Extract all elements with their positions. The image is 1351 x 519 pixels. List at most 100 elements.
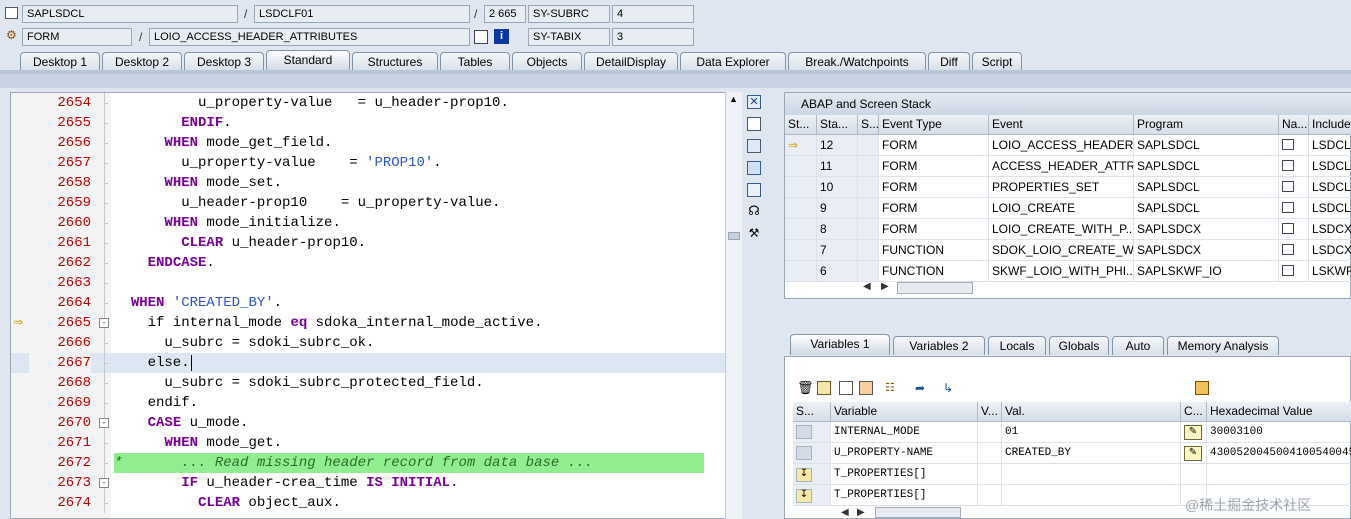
- code-line[interactable]: 2658 WHEN mode_set.: [11, 173, 741, 193]
- stack-cell[interactable]: [785, 156, 817, 177]
- sysval-field-1[interactable]: 4: [612, 5, 694, 23]
- grid-icon[interactable]: [474, 30, 488, 44]
- row-select-icon[interactable]: [796, 425, 812, 439]
- stack-cell[interactable]: LOIO_CREATE_WITH_P...: [989, 219, 1134, 240]
- source-icon[interactable]: [1282, 181, 1294, 192]
- var-col-header[interactable]: V...: [978, 402, 1002, 422]
- tools-icon[interactable]: ⚒: [747, 226, 761, 240]
- stack-cell[interactable]: FORM: [879, 135, 989, 156]
- vars-hscroll[interactable]: ◀ ▶: [835, 507, 965, 519]
- stack-col-header[interactable]: S...: [858, 115, 879, 135]
- stack-cell[interactable]: [785, 198, 817, 219]
- stack-cell[interactable]: ACCESS_HEADER_ATTRI...: [989, 156, 1134, 177]
- delete-icon[interactable]: 🗑: [797, 381, 814, 395]
- goto-icon[interactable]: ↳: [943, 381, 957, 395]
- var-cell[interactable]: CREATED_BY: [1002, 443, 1181, 464]
- var-cell[interactable]: T_PROPERTIES[]: [831, 464, 978, 485]
- stack-cell[interactable]: LSKWF_: [1309, 261, 1351, 282]
- stack-cell[interactable]: [858, 261, 879, 282]
- stack-cell[interactable]: FORM: [879, 156, 989, 177]
- tab-diff[interactable]: Diff: [928, 52, 970, 71]
- sysvar-field-2[interactable]: SY-TABIX: [528, 28, 610, 46]
- stack-cell[interactable]: SAPLSDCX: [1134, 240, 1279, 261]
- code-line[interactable]: 2662 ENDCASE.: [11, 253, 741, 273]
- scroll-left-icon[interactable]: ◀: [863, 281, 871, 292]
- code-editor[interactable]: 2654 u_property-value = u_header-prop10.…: [10, 92, 742, 519]
- code-line[interactable]: 2659 u_header-prop10 = u_property-value.: [11, 193, 741, 213]
- code-line[interactable]: 2661 CLEAR u_header-prop10.: [11, 233, 741, 253]
- stack-cell[interactable]: 9: [817, 198, 858, 219]
- stack-cell[interactable]: LSDCLU: [1309, 198, 1351, 219]
- stack-cell[interactable]: SAPLSDCL: [1134, 198, 1279, 219]
- stack-cell[interactable]: LSDCLF: [1309, 156, 1351, 177]
- stack-cell[interactable]: SAPLSDCX: [1134, 219, 1279, 240]
- edit-pencil-icon[interactable]: ✎: [1184, 446, 1202, 461]
- stack-cell[interactable]: SAPLSDCL: [1134, 135, 1279, 156]
- stack-cell[interactable]: 6: [817, 261, 858, 282]
- var-cell[interactable]: [1002, 464, 1181, 485]
- var-cell[interactable]: INTERNAL_MODE: [831, 422, 978, 443]
- source-icon[interactable]: [1282, 265, 1294, 276]
- stack-col-header[interactable]: Event: [989, 115, 1134, 135]
- line-number-field[interactable]: 2 665: [484, 5, 526, 23]
- stack-cell[interactable]: SKWF_LOIO_WITH_PHI...: [989, 261, 1134, 282]
- stack-cell[interactable]: 11: [817, 156, 858, 177]
- code-line[interactable]: 2668 u_subrc = sdoki_subrc_protected_fie…: [11, 373, 741, 393]
- var-cell[interactable]: [1181, 464, 1207, 485]
- fold-toggle-icon[interactable]: -: [99, 478, 109, 488]
- stack-cell[interactable]: [785, 240, 817, 261]
- stack-cell[interactable]: SAPLSDCL: [1134, 156, 1279, 177]
- stack-cell[interactable]: [1279, 240, 1309, 261]
- stack-cell[interactable]: 10: [817, 177, 858, 198]
- stack-cell[interactable]: LOIO_CREATE: [989, 198, 1134, 219]
- code-line[interactable]: 2670- CASE u_mode.: [11, 413, 741, 433]
- stack-hscroll[interactable]: ◀ ▶: [857, 281, 977, 295]
- var-tab-variables-1[interactable]: Variables 1: [790, 334, 890, 355]
- stack-cell[interactable]: FUNCTION: [879, 261, 989, 282]
- stack-cell[interactable]: [858, 198, 879, 219]
- sysvar-field-1[interactable]: SY-SUBRC: [528, 5, 610, 23]
- code-line[interactable]: 2669 endif.: [11, 393, 741, 413]
- save-icon[interactable]: [1195, 381, 1209, 395]
- var-col-header[interactable]: Hexadecimal Value: [1207, 402, 1351, 422]
- stack-cell[interactable]: [785, 219, 817, 240]
- fold-toggle-icon[interactable]: -: [99, 318, 109, 328]
- stack-cell[interactable]: LSDCLF: [1309, 135, 1351, 156]
- event-type-field[interactable]: FORM: [22, 28, 132, 46]
- stack-cell[interactable]: [1279, 156, 1309, 177]
- var-cell[interactable]: 4300520045004100540045: [1207, 443, 1351, 464]
- stack-cell[interactable]: LSDCXU: [1309, 219, 1351, 240]
- stack-scroll-thumb[interactable]: [897, 282, 973, 294]
- var-col-header[interactable]: Val.: [1002, 402, 1181, 422]
- code-line[interactable]: 2671 WHEN mode_get.: [11, 433, 741, 453]
- swap-icon[interactable]: [747, 139, 761, 153]
- code-line[interactable]: 2663: [11, 273, 741, 293]
- var-col-header[interactable]: Variable: [831, 402, 978, 422]
- code-line[interactable]: 2655 ENDIF.: [11, 113, 741, 133]
- var-cell[interactable]: ↧: [793, 485, 831, 506]
- navigate-icon[interactable]: ➦: [915, 381, 929, 395]
- scroll-right-icon[interactable]: ▶: [881, 281, 889, 292]
- vars-scroll-thumb[interactable]: [875, 507, 961, 518]
- include-field[interactable]: LSDCLF01: [254, 5, 470, 23]
- var-cell[interactable]: 30003100: [1207, 422, 1351, 443]
- tab-standard[interactable]: Standard: [266, 50, 350, 71]
- code-line[interactable]: 2665- ⇒ if internal_mode eq sdoka_interna…: [11, 313, 741, 333]
- stack-cell[interactable]: [858, 177, 879, 198]
- stack-cell[interactable]: ⇒: [785, 135, 817, 156]
- stack-col-header[interactable]: Include: [1309, 115, 1351, 135]
- stack-cell[interactable]: LSDCXU: [1309, 240, 1351, 261]
- row-select-icon[interactable]: [796, 446, 812, 460]
- scroll-right-icon[interactable]: ▶: [857, 507, 865, 518]
- stack-cell[interactable]: 7: [817, 240, 858, 261]
- code-line[interactable]: 2672 * ... Read missing header record fro…: [11, 453, 741, 473]
- scroll-left-icon[interactable]: ◀: [841, 507, 849, 518]
- stack-cell[interactable]: [1279, 219, 1309, 240]
- stack-cell[interactable]: 8: [817, 219, 858, 240]
- insert-icon[interactable]: [817, 381, 831, 395]
- var-cell[interactable]: [1207, 464, 1351, 485]
- var-cell[interactable]: [978, 422, 1002, 443]
- var-cell[interactable]: ✎: [1181, 422, 1207, 443]
- stack-cell[interactable]: LSDCLF: [1309, 177, 1351, 198]
- row-select-icon[interactable]: ↧: [796, 468, 812, 482]
